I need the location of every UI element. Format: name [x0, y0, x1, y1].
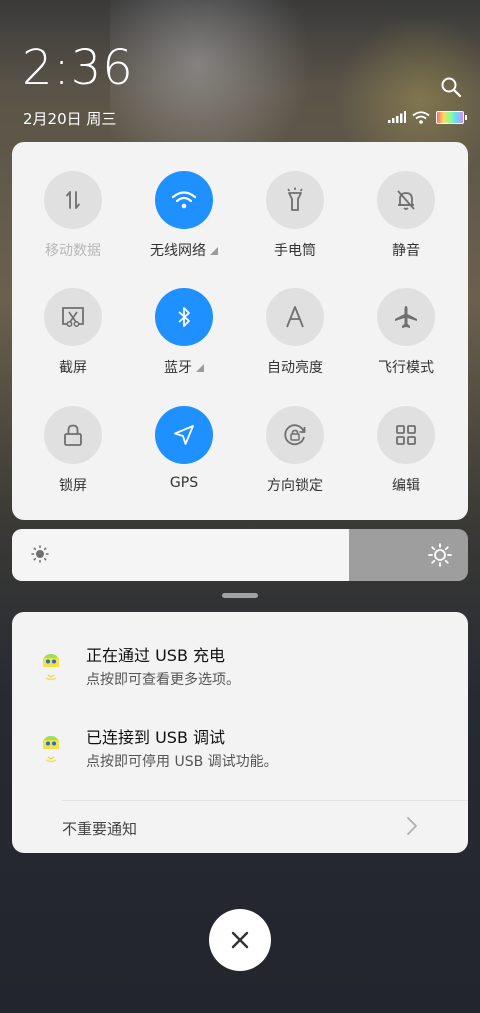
notification-usb-debugging[interactable]: 已连接到 USB 调试 点按即可停用 USB 调试功能。 [12, 724, 468, 784]
signal-icon [388, 111, 406, 123]
tile-label: 静音 [392, 243, 420, 259]
notification-card: 正在通过 USB 充电 点按即可查看更多选项。 已连接到 USB 调试 点按即可… [12, 612, 468, 853]
tile-label: 蓝牙 [164, 360, 192, 376]
brightness-slider[interactable] [12, 529, 468, 581]
notification-subtitle: 点按即可查看更多选项。 [86, 672, 240, 688]
bluetooth-icon [155, 288, 213, 346]
tile-gps[interactable]: GPS [129, 406, 239, 491]
tile-label: GPS [169, 475, 199, 491]
tile-bluetooth[interactable]: 蓝牙 [129, 288, 239, 377]
tile-label: 截屏 [59, 360, 87, 376]
wifi-status-icon [412, 110, 430, 124]
tile-label: 无线网络 [150, 243, 206, 259]
quick-settings-panel: 移动数据 无线网络 手电筒 静音 截屏 蓝牙 自动亮度 飞行模式 锁屏 GPS … [12, 142, 468, 520]
mute-bell-icon [377, 171, 435, 229]
mobile-data-icon [44, 171, 102, 229]
tile-label: 飞行模式 [378, 360, 434, 376]
tile-flashlight[interactable]: 手电筒 [240, 171, 350, 260]
system-icons [388, 109, 467, 125]
divider [62, 800, 468, 801]
tile-label: 编辑 [392, 478, 420, 494]
tile-label: 移动数据 [45, 243, 101, 259]
rotation-lock-icon [266, 406, 324, 464]
tile-mute[interactable]: 静音 [351, 171, 461, 260]
tile-wifi[interactable]: 无线网络 [129, 171, 239, 260]
battery-icon [436, 110, 467, 124]
brightness-low-icon [31, 545, 49, 563]
brightness-fill [12, 529, 350, 581]
tile-edit[interactable]: 编辑 [351, 406, 461, 495]
clock: 2:36 [22, 40, 134, 96]
dismiss-all-button[interactable] [209, 909, 271, 971]
tile-lock-screen[interactable]: 锁屏 [18, 406, 128, 495]
tile-airplane[interactable]: 飞行模式 [351, 288, 461, 377]
android-debug-icon [43, 654, 59, 681]
notification-title: 已连接到 USB 调试 [86, 728, 226, 747]
gps-icon [155, 406, 213, 464]
unimportant-notifications-link[interactable]: 不重要通知 [62, 818, 137, 839]
edit-grid-icon [377, 406, 435, 464]
screenshot-icon [44, 288, 102, 346]
tile-mobile-data[interactable]: 移动数据 [18, 171, 128, 260]
lock-icon [44, 406, 102, 464]
notification-subtitle: 点按即可停用 USB 调试功能。 [86, 754, 278, 770]
drag-handle[interactable] [222, 593, 258, 598]
android-debug-icon [43, 736, 59, 763]
notification-usb-charging[interactable]: 正在通过 USB 充电 点按即可查看更多选项。 [12, 642, 468, 702]
brightness-high-icon [428, 543, 452, 567]
notification-title: 正在通过 USB 充电 [86, 646, 226, 665]
tile-label: 自动亮度 [267, 360, 323, 376]
status-bar: 2:36 2月20日 周三 [0, 0, 480, 140]
search-icon[interactable] [440, 76, 462, 98]
tile-screenshot[interactable]: 截屏 [18, 288, 128, 377]
tile-rotation-lock[interactable]: 方向锁定 [240, 406, 350, 495]
auto-brightness-icon [266, 288, 324, 346]
date-label: 2月20日 周三 [23, 110, 117, 128]
expand-caret-icon[interactable] [196, 364, 204, 372]
tile-label: 锁屏 [59, 478, 87, 494]
tile-label: 手电筒 [274, 243, 316, 259]
close-icon [231, 931, 249, 949]
expand-caret-icon[interactable] [210, 247, 218, 255]
chevron-right-icon[interactable] [406, 816, 418, 836]
flashlight-icon [266, 171, 324, 229]
tile-label: 方向锁定 [267, 478, 323, 494]
tile-auto-brightness[interactable]: 自动亮度 [240, 288, 350, 377]
airplane-icon [377, 288, 435, 346]
wifi-icon [155, 171, 213, 229]
